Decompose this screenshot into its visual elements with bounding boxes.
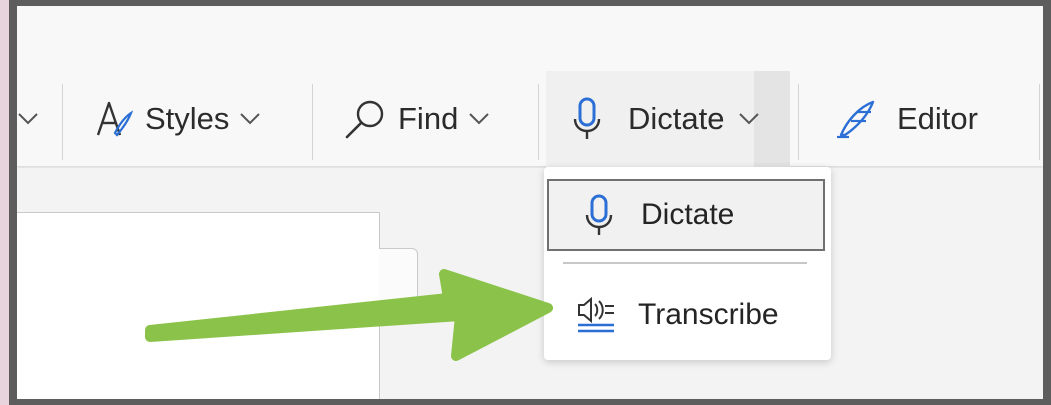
menu-divider bbox=[563, 262, 807, 264]
styles-label: Styles bbox=[145, 101, 230, 136]
chevron-down-icon bbox=[240, 113, 261, 125]
menu-item-label: Transcribe bbox=[638, 298, 779, 331]
chevron-down-icon bbox=[18, 113, 38, 125]
menu-item-dictate[interactable]: Dictate bbox=[547, 179, 825, 251]
menu-item-label: Dictate bbox=[641, 198, 735, 231]
toolbar-separator bbox=[1039, 84, 1040, 160]
find-button[interactable]: Find bbox=[344, 71, 490, 167]
home-ribbon: Styles Find Dictate Editor bbox=[17, 6, 1043, 167]
menu-item-transcribe[interactable]: Transcribe bbox=[546, 279, 826, 351]
toolbar-separator bbox=[62, 84, 63, 160]
microphone-icon bbox=[573, 97, 601, 139]
styles-icon bbox=[96, 101, 133, 137]
toolbar-separator bbox=[798, 84, 799, 160]
screenshot-frame: Styles Find Dictate Editor Dictate Trans… bbox=[9, 0, 1051, 405]
editor-label: Editor bbox=[897, 101, 978, 136]
toolbar-separator bbox=[538, 84, 539, 160]
dictate-dropdown-menu: Dictate Transcribe bbox=[544, 167, 831, 360]
dictate-button[interactable]: Dictate bbox=[572, 71, 760, 167]
chevron-down-icon bbox=[739, 113, 760, 125]
chevron-down-icon bbox=[469, 113, 490, 125]
word-app-window: Styles Find Dictate Editor Dictate Trans… bbox=[17, 6, 1043, 399]
dictate-label: Dictate bbox=[628, 101, 725, 136]
editor-button[interactable]: Editor bbox=[835, 71, 978, 167]
find-label: Find bbox=[398, 101, 459, 136]
transcribe-icon bbox=[578, 297, 614, 333]
toolbar-separator bbox=[312, 84, 313, 160]
microphone-icon bbox=[585, 194, 613, 235]
styles-button[interactable]: Styles bbox=[95, 71, 261, 167]
editor-pen-icon bbox=[837, 100, 875, 139]
document-page-edge bbox=[379, 248, 418, 316]
document-page[interactable] bbox=[17, 212, 380, 399]
previous-group-dropdown[interactable] bbox=[17, 71, 39, 167]
search-icon bbox=[345, 100, 384, 139]
